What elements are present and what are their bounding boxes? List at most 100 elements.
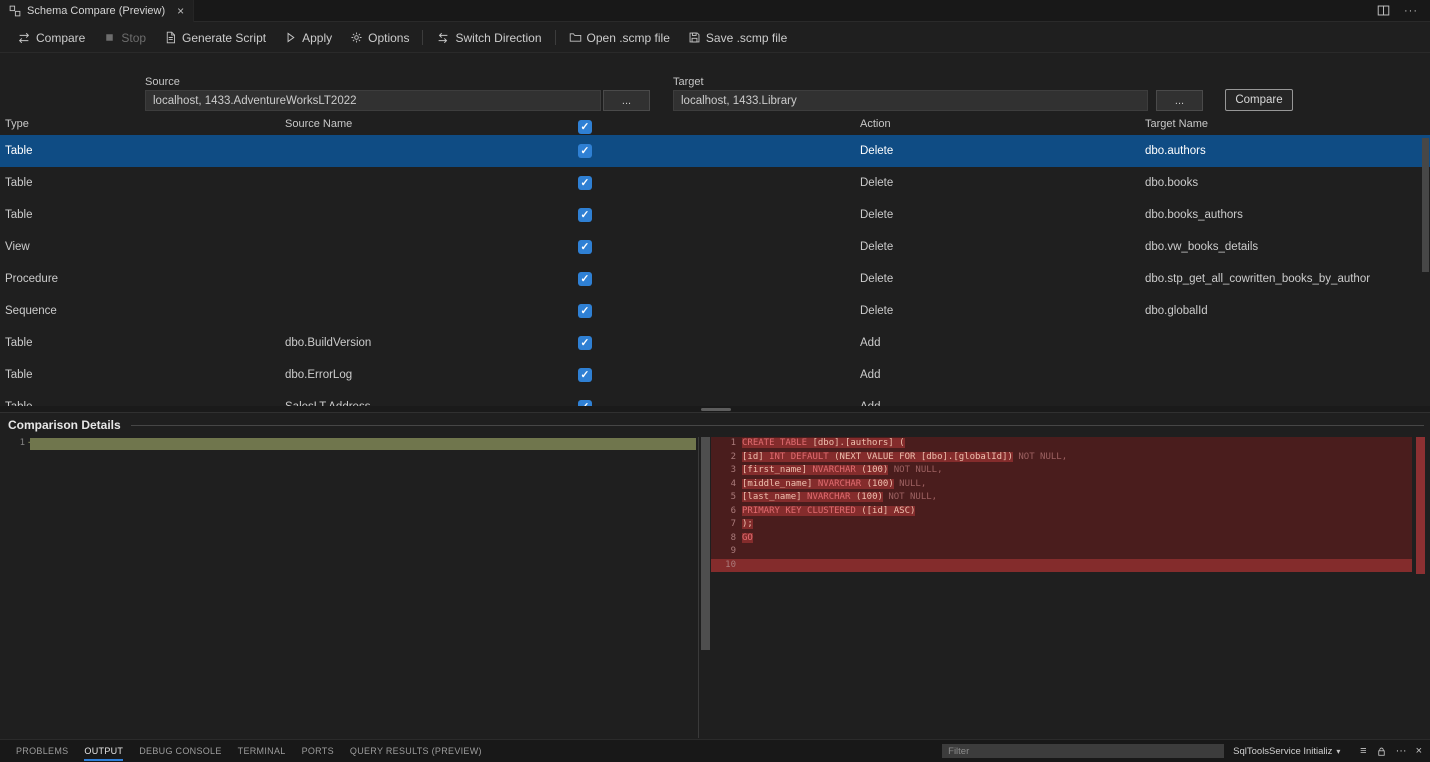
output-channel-dropdown[interactable]: SqlToolsService Initializ ▾ (1233, 746, 1351, 757)
chevron-down-icon: ▾ (1336, 747, 1340, 756)
switch-direction-icon (436, 31, 450, 45)
row-checkbox-wrap (578, 176, 592, 193)
diff-line-code: [id] INT DEFAULT (NEXT VALUE FOR [dbo].[… (742, 451, 1067, 465)
row-type-cell: View (5, 231, 30, 263)
table-row[interactable]: TableSalesLT.AddressAdd (0, 391, 1430, 406)
tab-close-icon[interactable]: × (177, 5, 184, 17)
toolbar-apply-button[interactable]: Apply (275, 24, 341, 52)
row-action-cell: Add (860, 327, 880, 359)
diff-line-code: CREATE TABLE [dbo].[authors] ( (742, 437, 905, 451)
panel-tab-problems[interactable]: PROBLEMS (8, 740, 76, 762)
bottom-panel: PROBLEMSOUTPUTDEBUG CONSOLETERMINALPORTS… (0, 739, 1430, 762)
row-source-name-cell: dbo.BuildVersion (285, 327, 371, 359)
diff-target-line: 8GO (711, 532, 1412, 546)
panel-tab-ports[interactable]: PORTS (294, 740, 342, 762)
code-segment: [last_name] (742, 492, 807, 502)
diff-overview-ruler[interactable] (1412, 437, 1430, 738)
compare-button[interactable]: Compare (1225, 89, 1293, 111)
panel-tab-terminal[interactable]: TERMINAL (230, 740, 294, 762)
source-browse-button[interactable]: ... (603, 90, 650, 111)
row-type-cell: Sequence (5, 295, 57, 327)
row-checkbox-wrap (578, 272, 592, 289)
line-number: 10 (711, 559, 736, 573)
more-actions-icon[interactable]: ··· (1404, 5, 1418, 17)
tab-schema-compare[interactable]: Schema Compare (Preview) × (0, 0, 194, 22)
diff-target-line: 7); (711, 518, 1412, 532)
comparison-details-header: Comparison Details (0, 413, 1430, 437)
toolbar-stop-button[interactable]: Stop (94, 24, 155, 52)
row-target-name-cell: dbo.stp_get_all_cowritten_books_by_autho… (1145, 263, 1370, 295)
results-scrollbar-thumb[interactable] (1422, 138, 1429, 272)
table-row[interactable]: SequenceDeletedbo.globalId (0, 295, 1430, 327)
row-include-checkbox[interactable] (578, 176, 592, 190)
diff-target-pane[interactable]: 1 CREATE TABLE [dbo].[authors] (2[id] INT… (711, 437, 1430, 738)
line-number: 4 (711, 478, 736, 492)
output-filter-input[interactable] (942, 744, 1224, 758)
row-include-checkbox[interactable] (578, 240, 592, 254)
close-panel-icon[interactable]: × (1416, 746, 1422, 757)
table-row[interactable]: ProcedureDeletedbo.stp_get_all_cowritten… (0, 263, 1430, 295)
toolbar-open-scmp-label: Open .scmp file (587, 31, 670, 45)
row-include-checkbox[interactable] (578, 144, 592, 158)
row-action-cell: Delete (860, 231, 893, 263)
toolbar-generate-script-button[interactable]: Generate Script (155, 24, 275, 52)
table-row[interactable]: Tabledbo.BuildVersionAdd (0, 327, 1430, 359)
row-type-cell: Table (5, 199, 33, 231)
panel-tab-query-results-preview[interactable]: QUERY RESULTS (PREVIEW) (342, 740, 490, 762)
code-segment: NVARCHAR (812, 465, 861, 475)
save-file-icon (688, 31, 701, 44)
toolbar-open-scmp-button[interactable]: Open .scmp file (560, 24, 679, 52)
diff-target-line: 2[id] INT DEFAULT (NEXT VALUE FOR [dbo].… (711, 451, 1412, 465)
table-row[interactable]: Tabledbo.ErrorLogAdd (0, 359, 1430, 391)
panel-tab-output[interactable]: OUTPUT (76, 740, 131, 762)
table-row[interactable]: Table Delete dbo.books_authors (0, 199, 1430, 231)
code-segment: INT DEFAULT (769, 452, 834, 462)
lock-scroll-icon[interactable] (1376, 746, 1387, 757)
select-all-checkbox[interactable] (578, 120, 592, 134)
row-action-cell: Add (860, 359, 880, 391)
line-number: 1 (711, 437, 736, 451)
table-row[interactable]: TableDeletedbo.books (0, 167, 1430, 199)
row-target-name-cell: dbo.books_authors (1145, 199, 1243, 231)
splitter-handle-icon[interactable] (701, 408, 731, 411)
toolbar-save-scmp-button[interactable]: Save .scmp file (679, 24, 796, 52)
diff-line-code: PRIMARY KEY CLUSTERED ([id] ASC) (742, 505, 915, 519)
results-scrollbar[interactable] (1422, 135, 1429, 406)
column-type[interactable]: Type (5, 118, 29, 130)
row-include-checkbox[interactable] (578, 336, 592, 350)
row-target-name-cell: dbo.vw_books_details (1145, 231, 1258, 263)
table-row[interactable]: TableDeletedbo.authors (0, 135, 1430, 167)
code-segment: NVARCHAR (807, 492, 856, 502)
diff-left-scrollbar[interactable] (701, 437, 710, 650)
diff-source-pane[interactable]: 1+ (0, 437, 699, 738)
panel-tab-debug-console[interactable]: DEBUG CONSOLE (131, 740, 229, 762)
panel-more-actions-icon[interactable]: ··· (1396, 746, 1407, 757)
toolbar-switch-direction-button[interactable]: Switch Direction (427, 24, 550, 52)
diff-target-line: 4[middle_name] NVARCHAR (100) NULL, (711, 478, 1412, 492)
split-editor-icon[interactable] (1377, 4, 1390, 17)
row-include-checkbox[interactable] (578, 272, 592, 286)
row-type-cell: Table (5, 135, 33, 167)
column-source-name[interactable]: Source Name (285, 118, 352, 130)
toolbar-switch-direction-label: Switch Direction (455, 31, 541, 45)
column-target-name[interactable]: Target Name (1145, 118, 1208, 130)
code-segment: [middle_name] (742, 479, 818, 489)
target-input[interactable] (673, 90, 1148, 111)
output-list-icon[interactable]: ≡ (1360, 746, 1366, 757)
row-action-cell: Delete (860, 199, 893, 231)
row-include-checkbox[interactable] (578, 304, 592, 318)
toolbar-generate-script-label: Generate Script (182, 31, 266, 45)
row-action-cell: Add (860, 391, 880, 406)
table-row[interactable]: View Delete dbo.vw_books_details (0, 231, 1430, 263)
panel-splitter[interactable] (0, 406, 1430, 413)
target-browse-button[interactable]: ... (1156, 90, 1203, 111)
column-action[interactable]: Action (860, 118, 891, 130)
row-include-checkbox[interactable] (578, 368, 592, 382)
source-input[interactable] (145, 90, 601, 111)
row-include-checkbox[interactable] (578, 208, 592, 222)
open-file-icon (569, 31, 582, 44)
toolbar-compare-button[interactable]: Compare (8, 24, 94, 52)
output-channel-label: SqlToolsService Initializ (1233, 746, 1332, 757)
code-segment: GO (742, 533, 753, 543)
toolbar-options-button[interactable]: Options (341, 24, 418, 52)
